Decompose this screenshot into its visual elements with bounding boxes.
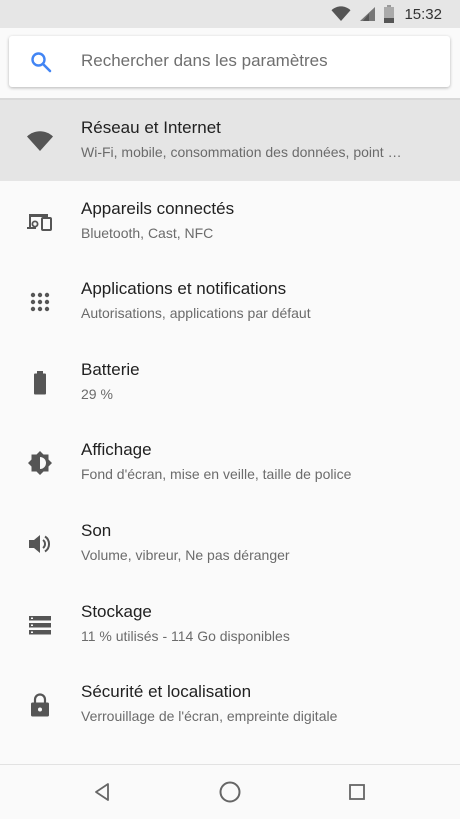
settings-item-subtitle: Fond d'écran, mise en veille, taille de … bbox=[81, 466, 352, 483]
settings-item-title: Appareils connectés bbox=[81, 198, 235, 218]
settings-item-subtitle: 11 % utilisés - 114 Go disponibles bbox=[81, 627, 290, 644]
lock-icon bbox=[26, 691, 54, 719]
settings-item-title: Sécurité et localisation bbox=[81, 682, 252, 702]
settings-item-title: Affichage bbox=[81, 440, 152, 460]
search-area: Rechercher dans les paramètres bbox=[0, 28, 460, 98]
battery-icon bbox=[26, 369, 54, 397]
search-placeholder: Rechercher dans les paramètres bbox=[81, 51, 328, 70]
settings-item-subtitle: Autorisations, applications par défaut bbox=[81, 305, 311, 322]
connected-devices-icon bbox=[26, 208, 54, 236]
home-icon bbox=[219, 781, 241, 803]
settings-item-battery[interactable]: Batterie 29 % bbox=[0, 342, 460, 423]
search-icon bbox=[31, 52, 52, 73]
settings-list: Réseau et Internet Wi-Fi, mobile, consom… bbox=[0, 100, 460, 745]
recents-button[interactable] bbox=[344, 779, 370, 805]
recents-icon bbox=[349, 784, 365, 800]
signal-icon bbox=[360, 7, 376, 21]
battery-icon bbox=[384, 5, 395, 23]
settings-item-display[interactable]: Affichage Fond d'écran, mise en veille, … bbox=[0, 422, 460, 503]
settings-item-apps[interactable]: Applications et notifications Autorisati… bbox=[0, 261, 460, 342]
settings-item-title: Applications et notifications bbox=[81, 279, 287, 299]
back-icon bbox=[95, 783, 109, 801]
settings-item-title: Réseau et Internet bbox=[81, 118, 221, 137]
apps-icon bbox=[26, 288, 54, 316]
settings-item-security[interactable]: Sécurité et localisation Verrouillage de… bbox=[0, 664, 460, 745]
storage-icon bbox=[26, 611, 54, 639]
wifi-icon bbox=[26, 127, 54, 155]
status-bar: 15:32 bbox=[0, 0, 460, 28]
volume-icon bbox=[26, 530, 54, 558]
status-time: 15:32 bbox=[404, 5, 442, 23]
wifi-icon bbox=[331, 6, 351, 21]
settings-item-subtitle: Verrouillage de l'écran, empreinte digit… bbox=[81, 708, 338, 725]
settings-item-title: Son bbox=[81, 520, 112, 540]
settings-item-title: Batterie bbox=[81, 359, 140, 379]
settings-item-title: Stockage bbox=[81, 601, 152, 621]
settings-item-subtitle: 29 % bbox=[81, 385, 113, 402]
back-button[interactable] bbox=[89, 779, 115, 805]
settings-item-subtitle: Bluetooth, Cast, NFC bbox=[81, 224, 214, 241]
settings-item-storage[interactable]: Stockage 11 % utilisés - 114 Go disponib… bbox=[0, 584, 460, 665]
settings-item-connected-devices[interactable]: Appareils connectés Bluetooth, Cast, NFC bbox=[0, 181, 460, 262]
search-input[interactable]: Rechercher dans les paramètres bbox=[9, 36, 450, 87]
home-button[interactable] bbox=[217, 779, 243, 805]
settings-item-network[interactable]: Réseau et Internet Wi-Fi, mobile, consom… bbox=[0, 100, 460, 181]
settings-item-sound[interactable]: Son Volume, vibreur, Ne pas déranger bbox=[0, 503, 460, 584]
settings-item-subtitle: Wi-Fi, mobile, consommation des données,… bbox=[81, 144, 402, 160]
settings-item-subtitle: Volume, vibreur, Ne pas déranger bbox=[81, 546, 290, 563]
brightness-icon bbox=[26, 449, 54, 477]
navigation-bar bbox=[0, 764, 460, 819]
